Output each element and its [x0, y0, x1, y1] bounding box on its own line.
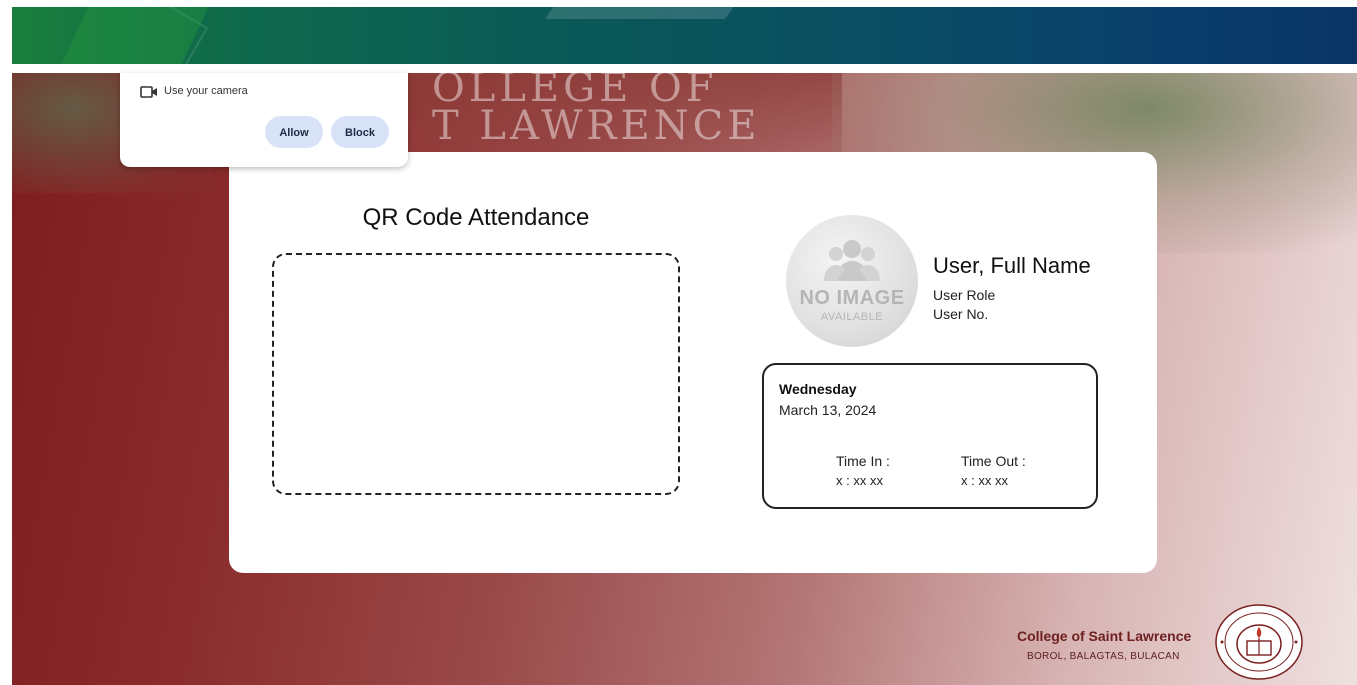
banner-decoration [544, 7, 740, 19]
camera-permission-popup: Use your camera Allow Block [120, 73, 408, 167]
video-camera-icon [140, 86, 157, 98]
attendance-day: Wednesday [779, 381, 857, 397]
user-number: User No. [933, 306, 989, 322]
available-text: AVAILABLE [820, 311, 884, 323]
qr-title: QR Code Attendance [362, 204, 590, 231]
building-signage-line1: OLLEGE OF [432, 73, 718, 111]
qr-scanner-area[interactable] [272, 253, 680, 495]
building-signage-line2: T LAWRENCE [432, 103, 761, 149]
attendance-date: March 13, 2024 [779, 402, 877, 418]
school-name: College of Saint Lawrence [1017, 628, 1192, 644]
time-in-value: x : xx xx [836, 473, 883, 488]
time-in-label: Time In : [836, 453, 890, 469]
camera-prompt-text: Use your camera [164, 85, 248, 97]
time-out-value: x : xx xx [961, 473, 1008, 488]
attendance-card: QR Code Attendance NO IMAGE AVAILABLE Us… [229, 152, 1157, 573]
school-seal-icon [1215, 604, 1303, 680]
allow-button[interactable]: Allow [265, 116, 323, 148]
school-address: BOROL, BALAGTAS, BULACAN [1027, 651, 1180, 662]
people-icon [824, 240, 880, 281]
time-out-label: Time Out : [961, 453, 1026, 469]
no-image-text: NO IMAGE [799, 287, 905, 309]
top-banner [12, 7, 1357, 64]
building-signage: OLLEGE OF T LAWRENCE [432, 73, 761, 149]
user-avatar: NO IMAGE AVAILABLE [786, 215, 918, 347]
attendance-info-box: Wednesday March 13, 2024 Time In : x : x… [762, 363, 1098, 509]
block-button[interactable]: Block [331, 116, 389, 148]
user-role: User Role [933, 287, 996, 303]
attendance-page: OLLEGE OF T LAWRENCE QR Code Attendance … [0, 0, 1357, 685]
user-full-name: User, Full Name [933, 253, 1091, 278]
